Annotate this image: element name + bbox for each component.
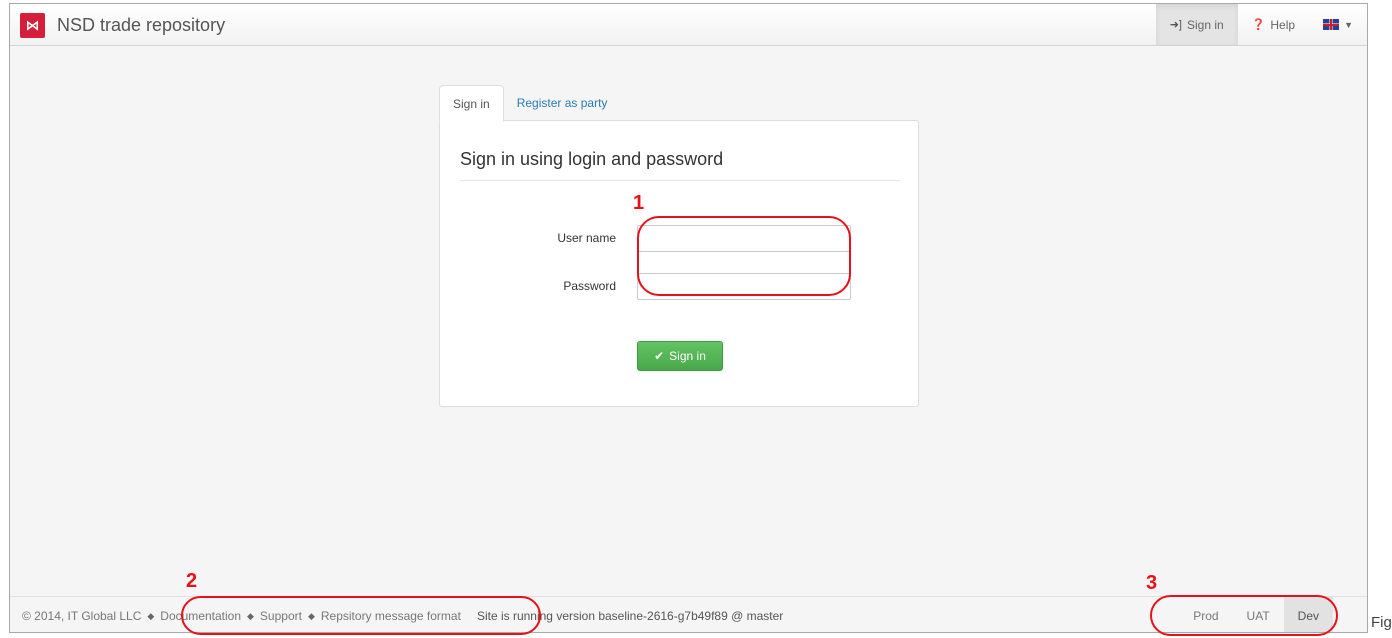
password-label: Password — [563, 279, 616, 293]
sign-in-button[interactable]: ✔ Sign in — [637, 341, 723, 371]
caret-down-icon: ▼ — [1344, 19, 1353, 30]
env-prod[interactable]: Prod — [1179, 597, 1232, 632]
nav-help-label: Help — [1270, 17, 1296, 32]
footer-link-message-format[interactable]: Repsitory message format — [321, 609, 461, 623]
sign-in-panel: Sign in using login and password User na… — [439, 120, 919, 407]
navbar-right: ➜] Sign in ❓ Help ▼ — [1155, 4, 1367, 45]
tab-register-as-party[interactable]: Register as party — [504, 85, 621, 121]
copyright-text: © 2014, IT Global LLC — [22, 609, 142, 623]
language-dropdown[interactable]: ▼ — [1309, 4, 1367, 45]
footer-link-documentation[interactable]: Documentation — [160, 609, 241, 623]
auth-tabs: Sign in Register as party — [439, 85, 620, 122]
username-label: User name — [557, 231, 616, 245]
page-footer: © 2014, IT Global LLC ◆ Documentation ◆ … — [10, 596, 1367, 632]
bullet-separator: ◆ — [307, 610, 315, 621]
password-input[interactable] — [637, 273, 851, 300]
bullet-separator: ◆ — [247, 610, 254, 621]
tab-sign-in[interactable]: Sign in — [439, 85, 504, 122]
nsd-logo-icon: ⋈ — [20, 12, 45, 38]
username-input[interactable] — [637, 225, 851, 252]
app-title: NSD trade repository — [57, 14, 226, 35]
caption-fragment: Fig — [1371, 614, 1392, 631]
sign-in-icon: ➜] — [1169, 19, 1182, 31]
browser-page: ⋈ NSD trade repository ➜] Sign in ❓ Help… — [9, 3, 1368, 633]
check-icon: ✔ — [654, 349, 665, 363]
brand[interactable]: ⋈ NSD trade repository — [20, 12, 225, 38]
top-navbar: ⋈ NSD trade repository ➜] Sign in ❓ Help… — [10, 4, 1367, 46]
sign-in-button-label: Sign in — [669, 349, 706, 363]
footer-link-support[interactable]: Support — [260, 609, 302, 623]
footer-left: © 2014, IT Global LLC ◆ Documentation ◆ … — [22, 597, 784, 632]
environment-switcher: Prod UAT Dev — [1179, 597, 1333, 632]
nav-sign-in-label: Sign in — [1186, 17, 1224, 32]
question-circle-icon: ❓ — [1251, 19, 1266, 31]
uk-flag-icon — [1323, 19, 1340, 30]
nav-sign-in[interactable]: ➜] Sign in — [1155, 4, 1238, 45]
version-text: Site is running version baseline-2616-g7… — [476, 609, 784, 623]
env-uat[interactable]: UAT — [1233, 597, 1284, 632]
env-dev[interactable]: Dev — [1283, 597, 1333, 632]
bullet-separator: ◆ — [147, 610, 155, 621]
form-title: Sign in using login and password — [460, 149, 900, 181]
nav-help[interactable]: ❓ Help — [1238, 4, 1309, 45]
